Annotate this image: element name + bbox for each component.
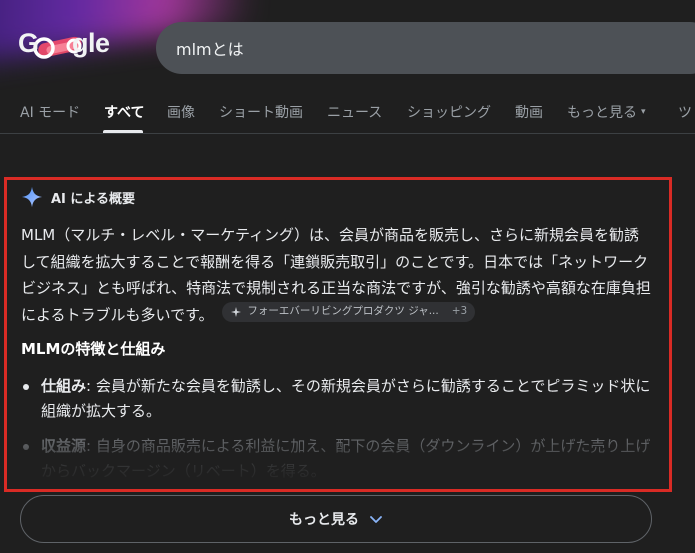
tab-news[interactable]: ニュース [327, 102, 382, 122]
caret-down-icon: ▾ [641, 107, 646, 117]
tab-more[interactable]: もっと見る ▾ [567, 102, 646, 122]
bullet-text: : 会員が新たな会員を勧誘し、その新規会員がさらに勧誘することでピラミッド状に組… [41, 377, 651, 420]
tab-all[interactable]: すべて [104, 102, 144, 122]
show-more-label: もっと見る [289, 512, 359, 528]
tab-images[interactable]: 画像 [167, 102, 195, 122]
tab-more-label: もっと見る [567, 105, 637, 121]
header: G gle [0, 0, 695, 92]
source-chip-label: フォーエバーリビングプロダクツ ジャ... [247, 305, 439, 318]
bullet-text: : 自身の商品販売による利益に加え、配下の会員（ダウンライン）が上げた売り上げか… [41, 437, 651, 480]
tab-tools[interactable]: ツ [678, 102, 692, 122]
ai-overview-intro: MLM（マルチ・レベル・マーケティング）は、会員が商品を販売し、さらに新規会員を… [21, 222, 651, 328]
active-tab-indicator [103, 130, 143, 133]
bullet-term: 収益源 [41, 437, 87, 455]
tab-short-videos[interactable]: ショート動画 [219, 102, 303, 122]
gemini-spark-icon [21, 186, 43, 208]
ai-overview-title: AI による概要 [51, 191, 136, 207]
ai-overview-header: AI による概要 [21, 186, 135, 208]
search-tabs: AI モード すべて 画像 ショート動画 ニュース ショッピング 動画 もっと見… [0, 92, 695, 134]
chevron-down-icon [370, 516, 382, 523]
logo-letters-gle: gle [72, 28, 110, 58]
ai-overview-bullets: 仕組み: 会員が新たな会員を勧誘し、その新規会員がさらに勧誘することでピラミッド… [21, 374, 651, 489]
source-chip-count: +3 [451, 305, 468, 318]
show-more-button[interactable]: もっと見る [20, 495, 652, 543]
search-input[interactable] [176, 38, 576, 58]
bullet-dot [23, 444, 29, 450]
ai-overview-panel: AI による概要 MLM（マルチ・レベル・マーケティング）は、会員が商品を販売し… [4, 177, 672, 492]
source-chip[interactable]: フォーエバーリビングプロダクツ ジャ... +3 [222, 301, 476, 322]
search-bar[interactable] [156, 22, 695, 74]
list-item: 仕組み: 会員が新たな会員を勧誘し、その新規会員がさらに勧誘することでピラミッド… [21, 374, 651, 424]
tab-shopping[interactable]: ショッピング [407, 102, 491, 122]
tab-ai-mode[interactable]: AI モード [20, 102, 80, 122]
source-favicon-icon [231, 306, 242, 317]
logo-letter-g: G [18, 28, 39, 58]
ai-overview-subheading: MLMの特徴と仕組み [21, 340, 166, 358]
list-item: 収益源: 自身の商品販売による利益に加え、配下の会員（ダウンライン）が上げた売り… [21, 434, 651, 484]
tab-videos[interactable]: 動画 [515, 102, 543, 122]
search-results-page: G gle AI モード すべて 画像 ショート動画 ニュース ショッピング 動… [0, 0, 695, 553]
bullet-dot [23, 384, 29, 390]
google-logo[interactable]: G gle [18, 26, 114, 66]
bullet-term: 仕組み [41, 377, 87, 395]
